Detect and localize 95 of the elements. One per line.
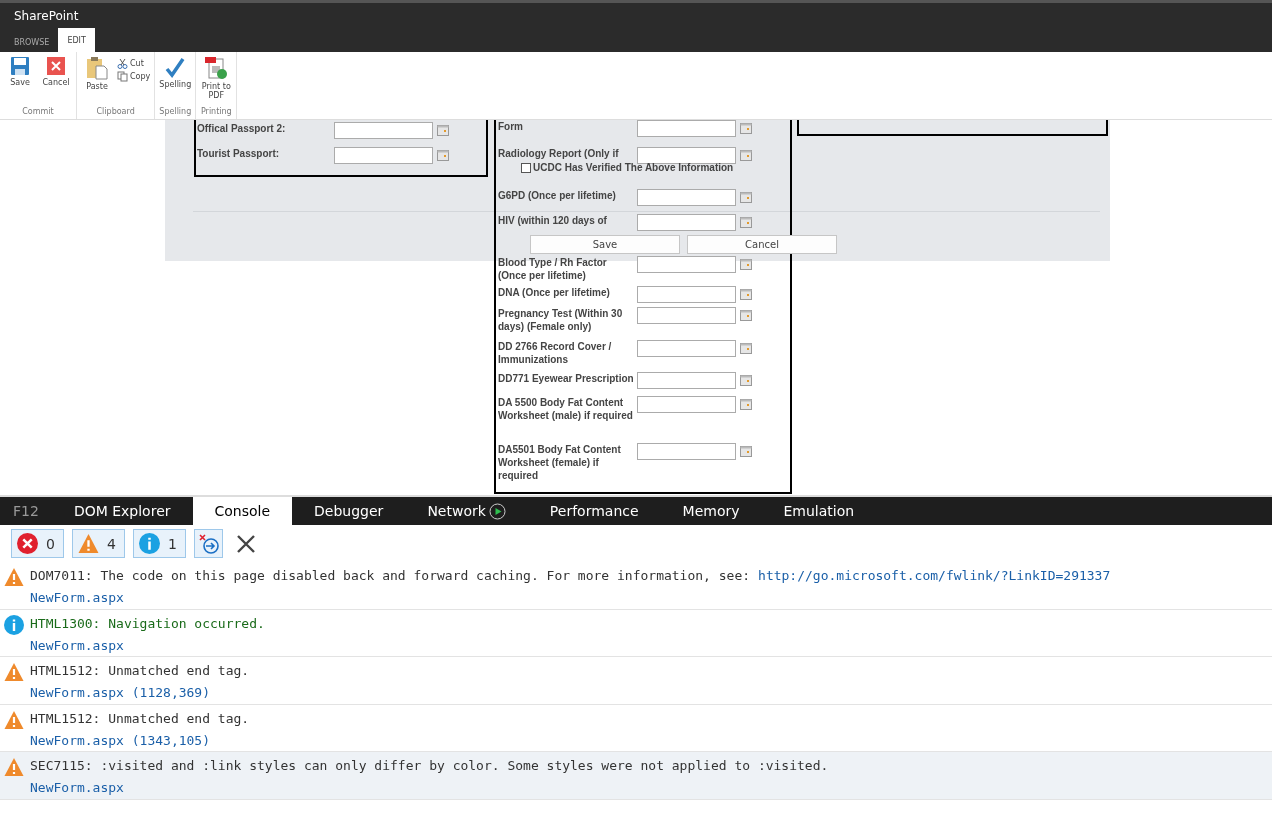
message-text: DOM7011: The code on this page disabled back and forward caching. For more information, see: [30, 567, 751, 584]
devtools-tab[interactable]: Network [405, 497, 528, 525]
play-icon [488, 502, 506, 520]
cut-button[interactable]: Cut [117, 58, 151, 69]
info-filter-button[interactable]: 1 [133, 529, 186, 558]
devtools-tab[interactable]: Performance [527, 497, 661, 525]
date-field[interactable] [334, 147, 433, 164]
save-button[interactable]: Save [4, 56, 36, 107]
devtools-tab[interactable]: Emulation [761, 497, 877, 525]
save-button[interactable]: Save [530, 235, 680, 254]
calendar-icon[interactable] [740, 446, 752, 457]
clipboard-icon [86, 56, 108, 80]
checkmark-icon [164, 56, 187, 78]
info-icon [4, 614, 24, 635]
calendar-icon[interactable] [437, 150, 449, 161]
date-field[interactable] [637, 396, 736, 413]
copy-icon [117, 71, 128, 82]
calendar-icon[interactable] [740, 192, 752, 203]
field-label: Blood Type / Rh Factor (Once per lifetime) [498, 256, 608, 282]
verify-checkbox[interactable]: UCDC Has Verified The Above Information [521, 162, 734, 173]
date-field[interactable] [637, 286, 736, 303]
devtools-tab[interactable]: Debugger [292, 497, 406, 525]
ribbon-group-label: Clipboard [95, 107, 136, 118]
field-label: Form [498, 120, 524, 133]
field-label: Radiology Report (Only if [498, 147, 620, 160]
date-field[interactable] [637, 307, 736, 324]
date-field[interactable] [637, 372, 736, 389]
source-link[interactable]: NewForm.aspx [30, 636, 124, 654]
message-text: HTML1512: Unmatched end tag. [30, 709, 250, 727]
field-label: DD771 Eyewear Prescription [498, 372, 635, 385]
calendar-icon[interactable] [740, 123, 752, 134]
calendar-icon[interactable] [740, 150, 752, 161]
message-text: HTML1300: Navigation occurred. [30, 614, 265, 632]
cancel-button[interactable]: Cancel [687, 235, 837, 254]
error-icon [17, 533, 38, 554]
calendar-icon[interactable] [740, 289, 752, 300]
cancel-button[interactable]: Cancel [40, 56, 72, 107]
field-label: Pregnancy Test (Within 30 days) (Female only) [498, 307, 624, 333]
calendar-icon[interactable] [437, 125, 449, 136]
clear-on-navigate-button[interactable] [194, 529, 223, 558]
ribbon-tab[interactable]: EDIT [58, 28, 95, 52]
date-field[interactable] [637, 120, 736, 137]
source-link[interactable]: NewForm.aspx (1128,369) [30, 684, 210, 701]
field-label: DD 2766 Record Cover / Immunizations [498, 340, 613, 366]
calendar-icon[interactable] [740, 259, 752, 270]
help-link[interactable]: http://go.microsoft.com/fwlink/?LinkID=291337 [758, 567, 1111, 584]
warning-icon [4, 757, 24, 777]
field-label: Tourist Passport: [197, 147, 281, 160]
date-field[interactable] [637, 147, 736, 164]
devtools-tab[interactable]: DOM Explorer [51, 497, 193, 525]
warning-icon [4, 662, 24, 682]
date-field[interactable] [637, 340, 736, 357]
message-text: SEC7115: :visited and :link styles can only differ by color. Some styles were not applied to :visited. [30, 757, 829, 774]
field-label: Offical Passport 2: [197, 122, 287, 135]
cancel-icon [46, 56, 66, 76]
spelling-button[interactable]: Spelling [159, 56, 192, 107]
ribbon-tab[interactable]: BROWSE [5, 32, 59, 52]
field-label: DA5501 Body Fat Content Worksheet (female) if required [498, 443, 622, 482]
scissors-icon [117, 58, 128, 69]
pdf-button[interactable]: Print to PDF [200, 56, 233, 107]
field-label: HIV (within 120 days of [498, 214, 608, 227]
date-field[interactable] [637, 256, 736, 273]
calendar-icon[interactable] [740, 217, 752, 228]
date-field[interactable] [637, 443, 736, 460]
calendar-icon[interactable] [740, 343, 752, 354]
source-link[interactable]: NewForm.aspx [30, 589, 124, 606]
message-text: HTML1512: Unmatched end tag. [30, 662, 250, 679]
info-icon [139, 533, 160, 554]
field-label: DNA (Once per lifetime) [498, 286, 611, 299]
app-title: SharePoint [14, 8, 79, 23]
error-filter-button[interactable]: 0 [11, 529, 64, 558]
source-link[interactable]: NewForm.aspx (1343,105) [30, 731, 210, 749]
pdf-document-icon [204, 56, 229, 80]
warning-icon [78, 533, 99, 554]
console-message[interactable]: SEC7115: :visited and :link styles can only differ by color. Some styles were not applied to :visited. NewForm.aspx [0, 752, 1272, 800]
ribbon-group-label: Printing [200, 107, 233, 118]
devtools-tab[interactable]: Memory [660, 497, 762, 525]
calendar-icon[interactable] [740, 310, 752, 321]
warning-filter-button[interactable]: 4 [72, 529, 125, 558]
calendar-icon[interactable] [740, 399, 752, 410]
ribbon-group-label: Commit [21, 107, 55, 118]
paste-button[interactable]: Paste [81, 56, 113, 107]
warning-icon [4, 567, 24, 587]
field-label: DA 5500 Body Fat Content Worksheet (male) if required [498, 396, 634, 422]
date-field[interactable] [334, 122, 433, 139]
ribbon-group-label: Spelling [159, 107, 192, 118]
calendar-icon[interactable] [740, 375, 752, 386]
field-label: G6PD (Once per lifetime) [498, 189, 617, 202]
devtools-tab[interactable]: F12 [0, 497, 52, 525]
warning-icon [4, 709, 24, 730]
devtools-tab[interactable]: Console [192, 497, 293, 525]
copy-button[interactable]: Copy [117, 71, 151, 82]
date-field[interactable] [637, 189, 736, 206]
date-field[interactable] [637, 214, 736, 231]
source-link[interactable]: NewForm.aspx [30, 779, 124, 796]
